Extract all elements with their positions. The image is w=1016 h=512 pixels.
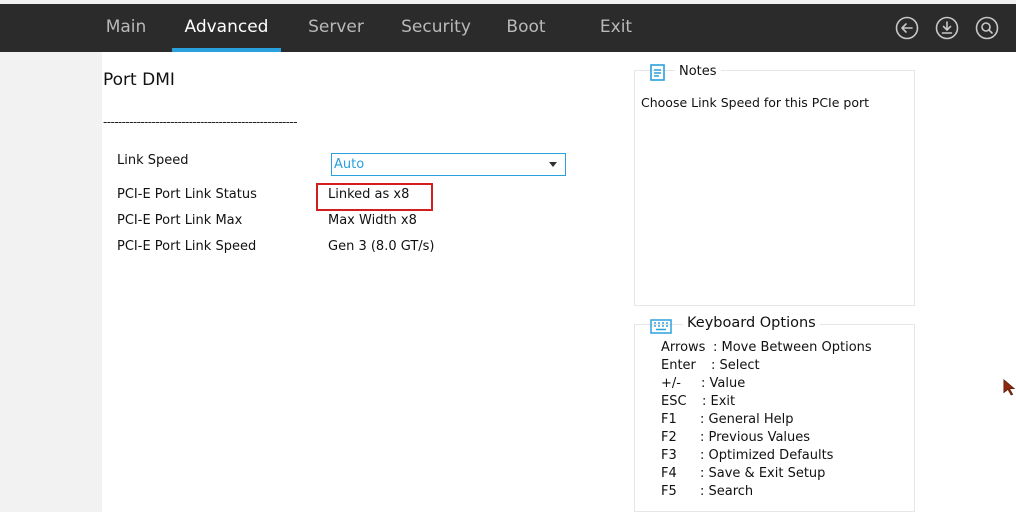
keyboard-option-key: F5 [661, 484, 677, 499]
keyboard-option-desc: : Move Between Options [713, 340, 872, 355]
keyboard-option-desc: : Exit [702, 394, 736, 409]
link-max-label: PCI-E Port Link Max [117, 213, 243, 228]
link-speed-select[interactable]: Auto [331, 153, 566, 176]
keyboard-option-desc: : Save & Exit Setup [700, 466, 826, 481]
keyboard-option-line: F2 : Previous Values [661, 430, 810, 445]
notes-icon [650, 64, 665, 81]
keyboard-option-key: F4 [661, 466, 677, 481]
notes-title: Notes [675, 64, 721, 79]
keyboard-option-key: ESC [661, 394, 687, 409]
keyboard-option-line: F4 : Save & Exit Setup [661, 466, 825, 481]
save-download-icon[interactable] [935, 16, 959, 40]
notes-text: Choose Link Speed for this PCIe port [641, 95, 870, 110]
keyboard-option-line: F5 : Search [661, 484, 753, 499]
keyboard-option-line: +/- : Value [661, 376, 745, 391]
link-speed-label: Link Speed [117, 153, 189, 168]
highlight-annotation-box [316, 183, 433, 211]
keyboard-option-desc: : Previous Values [700, 430, 811, 445]
title-separator: ----------------------------------------… [103, 115, 298, 129]
tab-main[interactable]: Main [96, 4, 156, 52]
keyboard-option-line: ESC : Exit [661, 394, 735, 409]
search-icon[interactable] [975, 16, 999, 40]
chevron-down-icon[interactable] [549, 162, 557, 167]
page-title: Port DMI [103, 70, 175, 90]
back-icon[interactable] [895, 16, 919, 40]
keyboard-option-line: F3 : Optimized Defaults [661, 448, 833, 463]
link-max-value: Max Width x8 [328, 213, 417, 228]
mouse-cursor-icon [1003, 378, 1016, 398]
keyboard-option-key: F1 [661, 412, 677, 427]
keyboard-option-desc: : General Help [700, 412, 794, 427]
link-speed-current-value: Gen 3 (8.0 GT/s) [328, 239, 435, 254]
top-navigation-background: Main Advanced Server Security Boot Exit [0, 4, 1016, 52]
keyboard-option-desc: : Value [701, 376, 746, 391]
keyboard-option-key: F3 [661, 448, 677, 463]
keyboard-option-key: Arrows [661, 340, 706, 355]
keyboard-option-desc: : Search [700, 484, 754, 499]
right-margin-area [920, 52, 1016, 512]
keyboard-option-line: Arrows : Move Between Options [661, 340, 872, 355]
tab-boot[interactable]: Boot [497, 4, 555, 52]
keyboard-option-key: F2 [661, 430, 677, 445]
link-speed-selected-value: Auto [334, 157, 365, 172]
tab-exit[interactable]: Exit [590, 4, 642, 52]
keyboard-option-desc: : Select [711, 358, 760, 373]
keyboard-options-title: Keyboard Options [683, 315, 820, 331]
tab-server[interactable]: Server [300, 4, 372, 52]
tab-security[interactable]: Security [395, 4, 477, 52]
keyboard-icon [650, 317, 672, 335]
keyboard-option-desc: : Optimized Defaults [700, 448, 834, 463]
keyboard-option-key: Enter [661, 358, 696, 373]
link-status-label: PCI-E Port Link Status [117, 187, 257, 202]
tab-advanced[interactable]: Advanced [172, 4, 281, 52]
keyboard-option-line: Enter : Select [661, 358, 760, 373]
link-speed-current-label: PCI-E Port Link Speed [117, 239, 257, 254]
keyboard-option-key: +/- [661, 376, 681, 391]
keyboard-option-line: F1 : General Help [661, 412, 794, 427]
top-navigation-bar: Main Advanced Server Security Boot Exit [0, 0, 1016, 52]
